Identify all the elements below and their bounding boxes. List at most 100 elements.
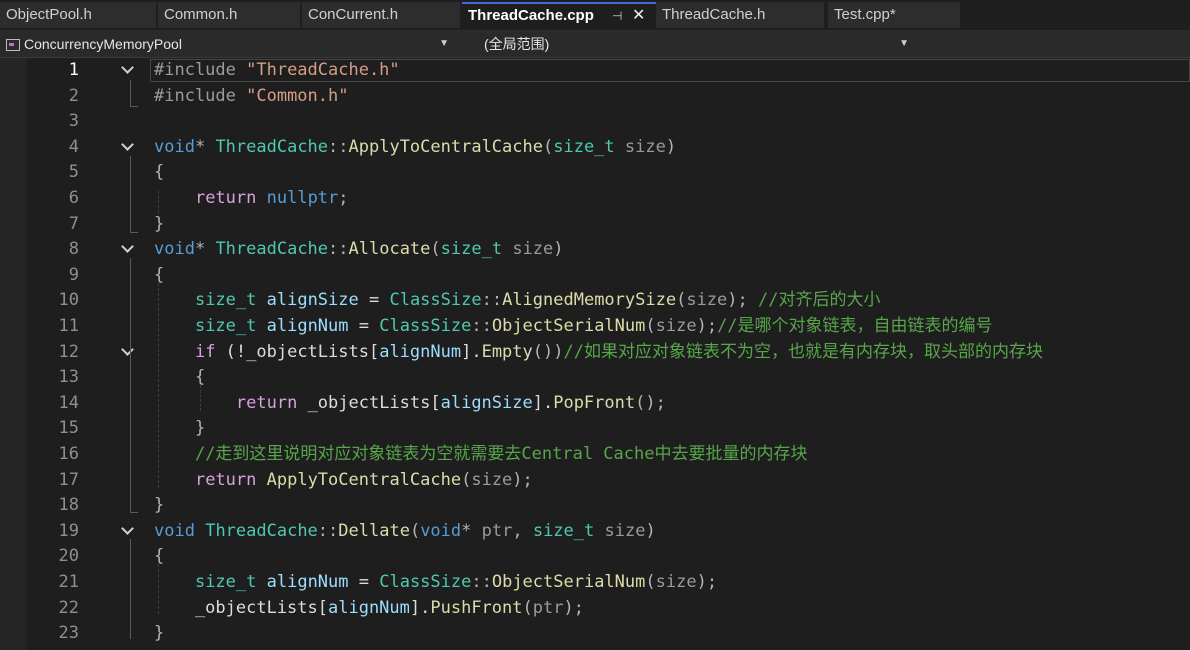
indent-guide xyxy=(158,191,159,213)
code-line[interactable]: 7} xyxy=(0,212,1190,238)
code-token: size_t xyxy=(553,136,615,157)
code-token: AlignedMemorySize xyxy=(502,290,677,311)
code-token: :: xyxy=(471,316,492,336)
code-token: size_t xyxy=(532,520,595,541)
line-number: 4 xyxy=(68,136,79,157)
code-line[interactable]: 12 if (!_objectLists[alignNum].Empty())/… xyxy=(0,340,1190,366)
code-token: ); xyxy=(563,597,584,618)
code-token: #include xyxy=(154,60,247,80)
fold-region-line xyxy=(130,258,131,512)
code-token: ApplyToCentralCache xyxy=(266,469,462,490)
tab-concurrent-h[interactable]: ConCurrent.h xyxy=(302,2,460,28)
code-text: } xyxy=(154,493,164,519)
code-token: ClassSize xyxy=(379,572,472,592)
code-text: return _objectLists[alignSize].PopFront(… xyxy=(154,391,666,417)
code-line[interactable]: 1 #include "ThreadCache.h" xyxy=(0,58,1190,84)
code-token: :: xyxy=(481,290,503,311)
code-line[interactable]: 10 size_t alignSize = ClassSize::Aligned… xyxy=(0,288,1190,314)
code-token: void xyxy=(154,239,195,260)
code-token: * xyxy=(461,520,472,541)
code-token: Dellate xyxy=(338,520,410,541)
line-number: 14 xyxy=(58,392,79,413)
code-token: ) xyxy=(553,239,564,260)
code-token: ( xyxy=(676,290,687,311)
code-token: size xyxy=(686,290,728,311)
code-line[interactable]: 15 } xyxy=(0,416,1190,442)
code-token: alignSize xyxy=(266,290,359,311)
code-text: { xyxy=(154,263,164,289)
code-text: void* ThreadCache::ApplyToCentralCache(s… xyxy=(154,135,676,161)
line-number: 11 xyxy=(58,316,79,336)
code-editor[interactable]: 1 #include "ThreadCache.h" 2 #include "Comm… xyxy=(0,58,1190,650)
navigation-bar: ConcurrencyMemoryPool ▼ (全局范围) ▼ xyxy=(0,31,1190,58)
tab-common-h[interactable]: Common.h xyxy=(158,2,300,28)
line-number: 17 xyxy=(58,469,79,490)
code-line[interactable]: 16 //走到这里说明对应对象链表为空就需要去Central Cache中去要批… xyxy=(0,442,1190,468)
tab-label: ConCurrent.h xyxy=(308,6,399,23)
code-token: :: xyxy=(328,136,349,157)
code-token: ()) xyxy=(532,341,564,362)
code-token: ApplyToCentralCache xyxy=(348,136,543,157)
tab-threadcache-cpp[interactable]: ThreadCache.cpp ⊣ ✕ xyxy=(462,2,656,28)
code-line[interactable]: 9{ xyxy=(0,263,1190,289)
code-line[interactable]: 21 size_t alignNum = ClassSize::ObjectSe… xyxy=(0,570,1190,596)
code-token: ObjectSerialNum xyxy=(491,316,646,336)
code-text: size_t alignSize = ClassSize::AlignedMem… xyxy=(154,288,881,314)
code-line[interactable]: 6 return nullptr; xyxy=(0,186,1190,212)
code-token: } xyxy=(154,623,165,644)
code-text: { xyxy=(154,365,205,391)
code-token: return xyxy=(235,392,298,413)
project-dropdown[interactable]: ConcurrencyMemoryPool ▼ xyxy=(0,33,455,55)
fold-region-line xyxy=(130,156,131,232)
code-token: ( xyxy=(409,520,421,541)
fold-toggle-icon[interactable] xyxy=(122,244,132,254)
code-line[interactable]: 5{ xyxy=(0,160,1190,186)
code-text: } xyxy=(154,621,164,647)
code-token: ( xyxy=(542,136,554,157)
code-token: ); xyxy=(696,572,718,592)
code-line[interactable]: 17 return ApplyToCentralCache(size); xyxy=(0,468,1190,494)
code-line[interactable]: 13 { xyxy=(0,365,1190,391)
code-token: "Common.h" xyxy=(246,85,349,106)
tab-test-cpp[interactable]: Test.cpp* xyxy=(828,2,960,28)
close-icon[interactable]: ✕ xyxy=(632,4,645,28)
tab-objectpool-h[interactable]: ObjectPool.h xyxy=(0,2,156,28)
tab-threadcache-h[interactable]: ThreadCache.h xyxy=(656,2,824,28)
code-line[interactable]: 8 void* ThreadCache::Allocate(size_t size… xyxy=(0,237,1190,263)
pin-icon[interactable]: ⊣ xyxy=(612,4,622,28)
code-token: ObjectSerialNum xyxy=(491,572,646,592)
tab-strip: ObjectPool.h Common.h ConCurrent.h Threa… xyxy=(0,0,1190,32)
code-token: ThreadCache xyxy=(215,136,329,157)
code-text: { xyxy=(154,160,164,186)
code-line[interactable]: 14 return _objectLists[alignSize].PopFro… xyxy=(0,391,1190,417)
fold-toggle-icon[interactable] xyxy=(122,142,132,152)
code-line[interactable]: 11 size_t alignNum = ClassSize::ObjectSe… xyxy=(0,314,1190,340)
code-token: ); xyxy=(512,469,533,490)
scope-dropdown[interactable]: (全局范围) ▼ xyxy=(460,33,915,55)
code-token: * xyxy=(194,136,216,157)
code-line[interactable]: 20 { xyxy=(0,544,1190,570)
fold-toggle-icon[interactable] xyxy=(122,526,132,536)
code-token: alignNum xyxy=(328,597,410,618)
code-line[interactable]: 3 xyxy=(0,109,1190,135)
line-number: 22 xyxy=(58,597,79,618)
fold-toggle-icon[interactable] xyxy=(122,65,132,75)
line-number: 15 xyxy=(58,418,79,439)
code-line[interactable]: 22 _objectLists[alignNum].PushFront(ptr)… xyxy=(0,596,1190,622)
code-line[interactable]: 18} xyxy=(0,493,1190,519)
code-line[interactable]: 23} xyxy=(0,621,1190,647)
code-token: #include xyxy=(154,85,247,106)
code-token: PopFront xyxy=(553,392,636,413)
fold-region-end xyxy=(130,512,138,513)
chevron-down-icon: ▼ xyxy=(899,38,909,49)
code-line[interactable]: 2 #include "Common.h" xyxy=(0,84,1190,110)
code-token: //是哪个对象链表，自由链表的编号 xyxy=(717,316,993,336)
code-line[interactable]: 19 void ThreadCache::Dellate(void* ptr, s… xyxy=(0,519,1190,545)
code-line[interactable]: 4 void* ThreadCache::ApplyToCentralCache(… xyxy=(0,135,1190,161)
code-token: size_t xyxy=(194,290,257,311)
